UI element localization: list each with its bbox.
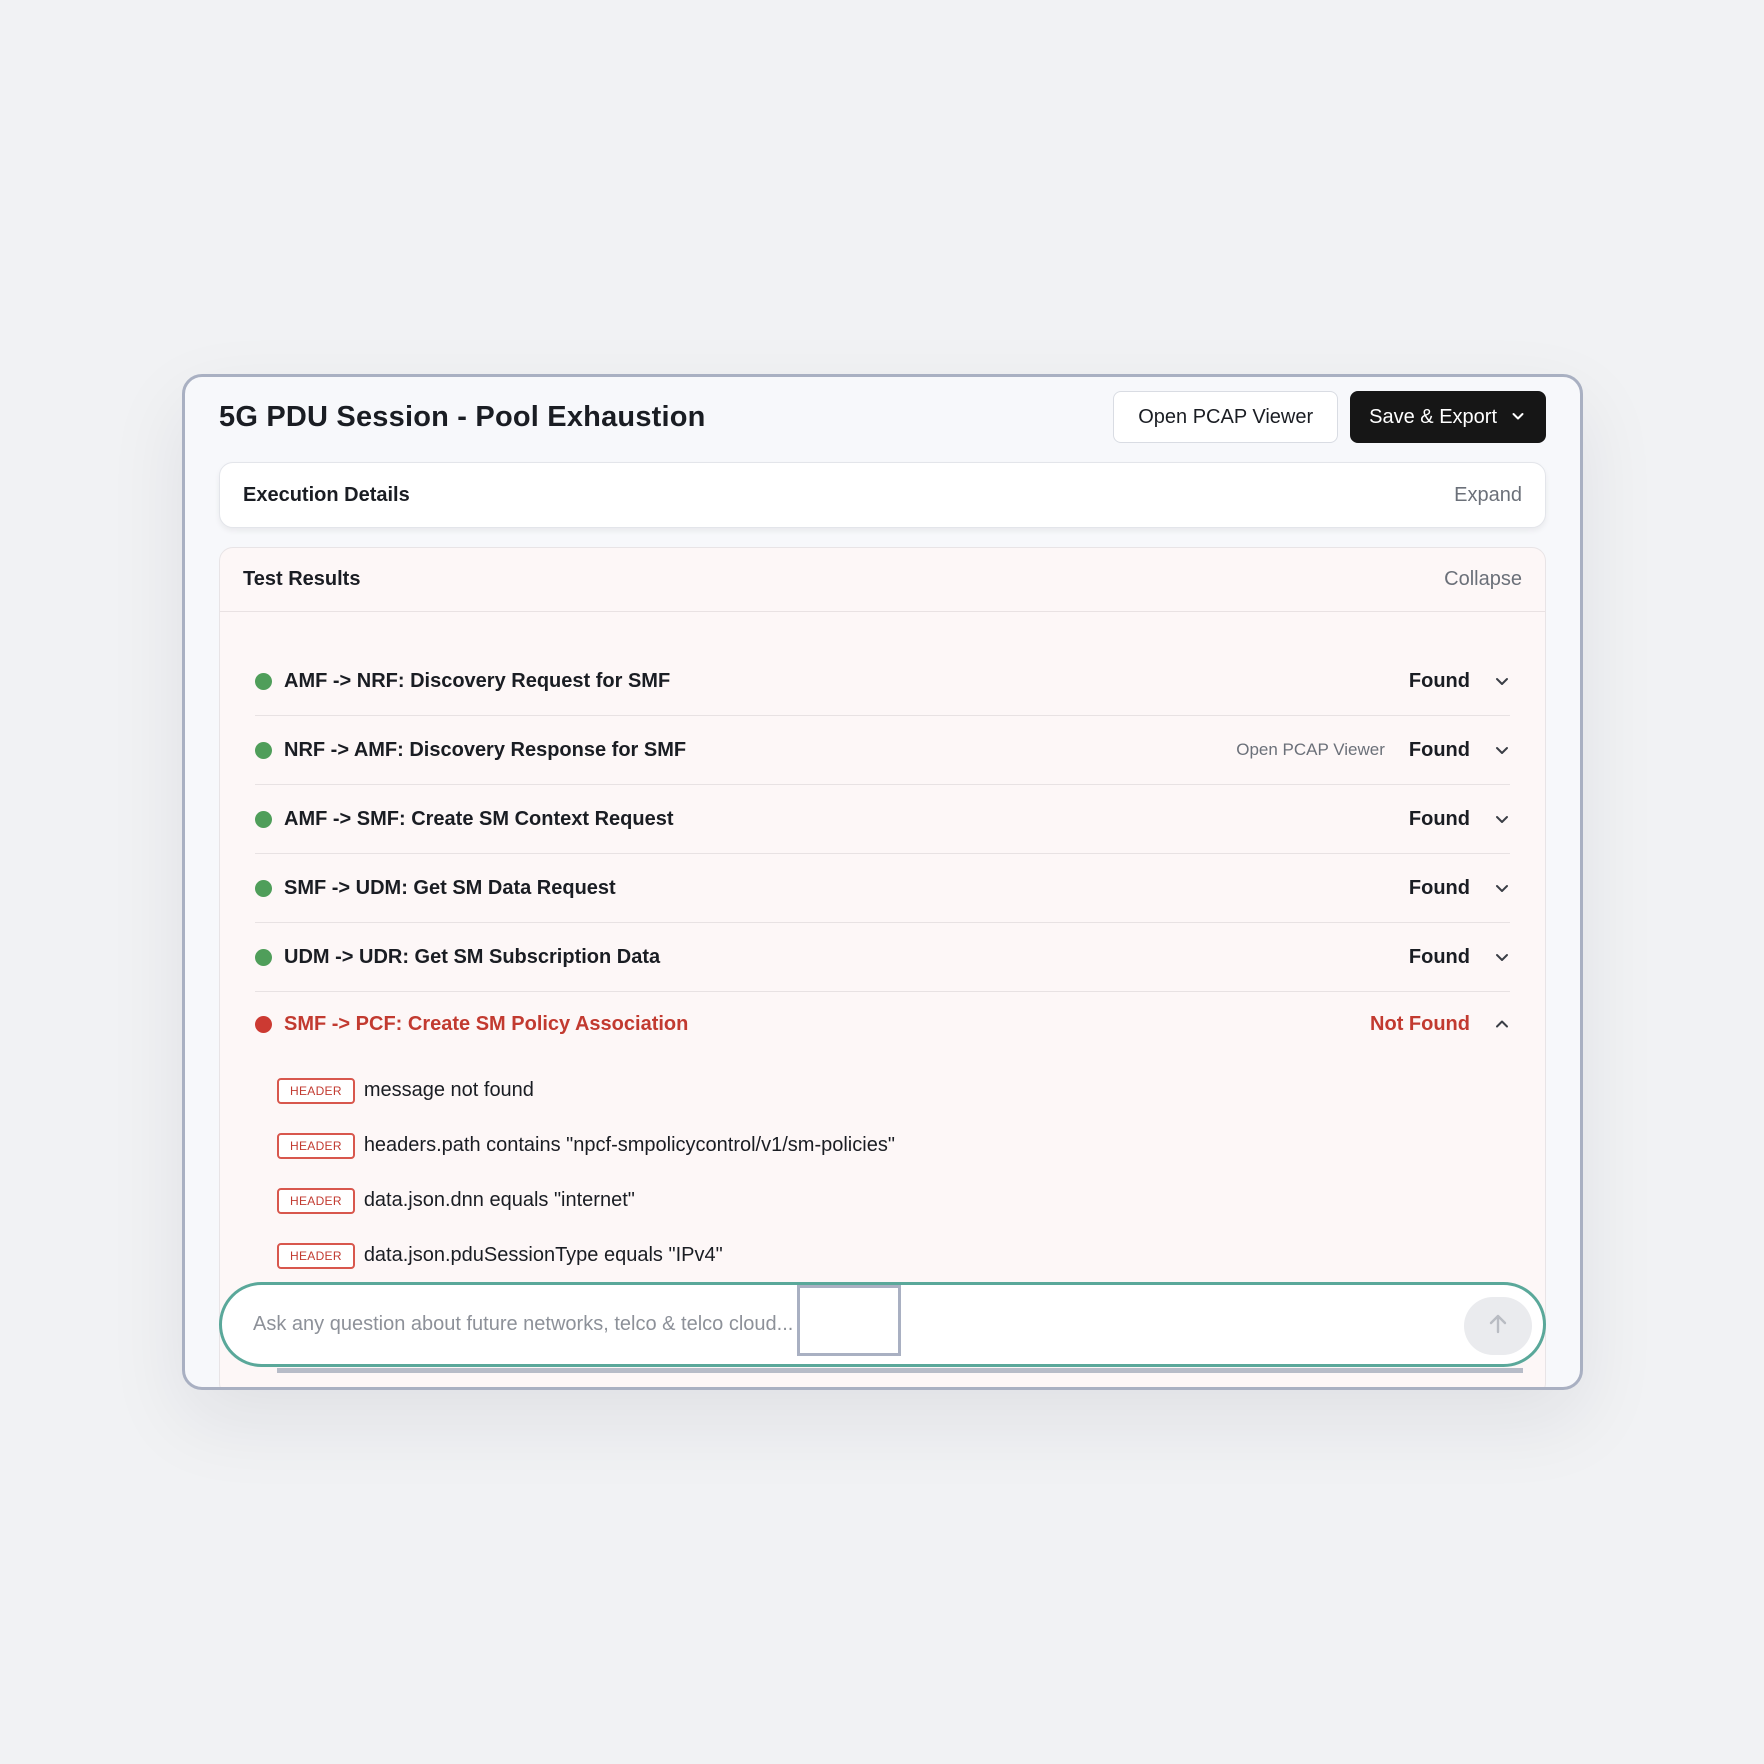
status-dot-found bbox=[255, 741, 272, 759]
execution-details-card: Execution Details Expand bbox=[219, 462, 1546, 528]
chevron-down-icon[interactable] bbox=[1470, 673, 1510, 689]
condition-text: data.json.pduSessionType equals "IPv4" bbox=[363, 1244, 723, 1266]
status-dot-not-found bbox=[255, 1015, 272, 1033]
test-result-row[interactable]: AMF -> NRF: Discovery Request for SMF Fo… bbox=[255, 647, 1510, 716]
chevron-down-icon[interactable] bbox=[1470, 811, 1510, 827]
header-tag: HEADER bbox=[277, 1132, 355, 1159]
test-results-collapse-button[interactable]: Collapse bbox=[1444, 568, 1522, 591]
status-dot-found bbox=[255, 672, 272, 690]
test-result-status: Found bbox=[1408, 945, 1470, 968]
header-actions: Open PCAP Viewer Save & Export bbox=[1113, 391, 1546, 443]
test-result-row[interactable]: AMF -> SMF: Create SM Context Request Fo… bbox=[255, 785, 1510, 854]
failed-conditions-list: HEADER message not found HEADER headers.… bbox=[277, 1063, 1510, 1283]
test-result-row[interactable]: UDM -> UDR: Get SM Subscription Data Fou… bbox=[255, 923, 1510, 992]
condition-text: message not found bbox=[363, 1079, 534, 1101]
save-export-label: Save & Export bbox=[1369, 405, 1497, 428]
header-tag: HEADER bbox=[277, 1077, 355, 1104]
test-result-row[interactable]: NRF -> AMF: Discovery Response for SMF O… bbox=[255, 716, 1510, 785]
chat-bar bbox=[219, 1282, 1546, 1367]
test-result-status: Found bbox=[1408, 807, 1470, 830]
page-title: 5G PDU Session - Pool Exhaustion bbox=[219, 401, 706, 433]
header-tag: HEADER bbox=[277, 1242, 355, 1269]
row-open-pcap-viewer-link[interactable]: Open PCAP Viewer bbox=[1236, 740, 1385, 760]
open-pcap-viewer-button[interactable]: Open PCAP Viewer bbox=[1113, 391, 1339, 443]
selection-box bbox=[797, 1285, 901, 1356]
test-run-window: 5G PDU Session - Pool Exhaustion Open PC… bbox=[182, 374, 1583, 1390]
test-result-label: UDM -> UDR: Get SM Subscription Data bbox=[284, 945, 661, 968]
test-result-label: NRF -> AMF: Discovery Response for SMF bbox=[284, 738, 687, 761]
status-dot-found bbox=[255, 879, 272, 897]
test-result-label: AMF -> SMF: Create SM Context Request bbox=[284, 807, 674, 830]
chevron-down-icon[interactable] bbox=[1470, 742, 1510, 758]
execution-details-expand-button[interactable]: Expand bbox=[1454, 484, 1522, 507]
test-result-label: AMF -> NRF: Discovery Request for SMF bbox=[284, 669, 671, 692]
test-result-status: Found bbox=[1408, 738, 1470, 761]
condition-text: headers.path contains "npcf-smpolicycont… bbox=[363, 1134, 895, 1156]
status-dot-found bbox=[255, 948, 272, 966]
arrow-up-icon bbox=[1485, 1311, 1511, 1342]
chevron-down-icon[interactable] bbox=[1470, 880, 1510, 896]
chat-input[interactable] bbox=[253, 1313, 813, 1336]
chevron-up-icon[interactable] bbox=[1470, 1016, 1510, 1032]
condition-item: HEADER headers.path contains "npcf-smpol… bbox=[277, 1118, 1510, 1173]
condition-text: data.json.dnn equals "internet" bbox=[363, 1189, 635, 1211]
test-result-row[interactable]: SMF -> UDM: Get SM Data Request Found bbox=[255, 854, 1510, 923]
test-results-title: Test Results bbox=[243, 568, 361, 590]
test-result-label: SMF -> UDM: Get SM Data Request bbox=[284, 876, 616, 899]
test-result-status: Found bbox=[1408, 669, 1470, 692]
scrollbar-track[interactable] bbox=[277, 1368, 1523, 1373]
chevron-down-icon bbox=[1511, 406, 1525, 429]
test-result-row-failed[interactable]: SMF -> PCF: Create SM Policy Association… bbox=[255, 992, 1510, 1056]
header-tag: HEADER bbox=[277, 1187, 355, 1214]
test-results-card: Test Results Collapse AMF -> NRF: Discov… bbox=[219, 547, 1546, 1387]
chevron-down-icon[interactable] bbox=[1470, 949, 1510, 965]
test-result-status: Found bbox=[1408, 876, 1470, 899]
execution-details-title: Execution Details bbox=[243, 483, 410, 506]
condition-item: HEADER message not found bbox=[277, 1063, 1510, 1118]
send-button[interactable] bbox=[1464, 1297, 1532, 1355]
status-dot-found bbox=[255, 810, 272, 828]
test-results-list: AMF -> NRF: Discovery Request for SMF Fo… bbox=[255, 647, 1510, 1056]
test-result-status: Not Found bbox=[1370, 1012, 1470, 1035]
condition-item: HEADER data.json.pduSessionType equals "… bbox=[277, 1228, 1510, 1283]
save-export-button[interactable]: Save & Export bbox=[1350, 391, 1546, 443]
condition-item: HEADER data.json.dnn equals "internet" bbox=[277, 1173, 1510, 1228]
test-result-label: SMF -> PCF: Create SM Policy Association bbox=[284, 1012, 689, 1035]
